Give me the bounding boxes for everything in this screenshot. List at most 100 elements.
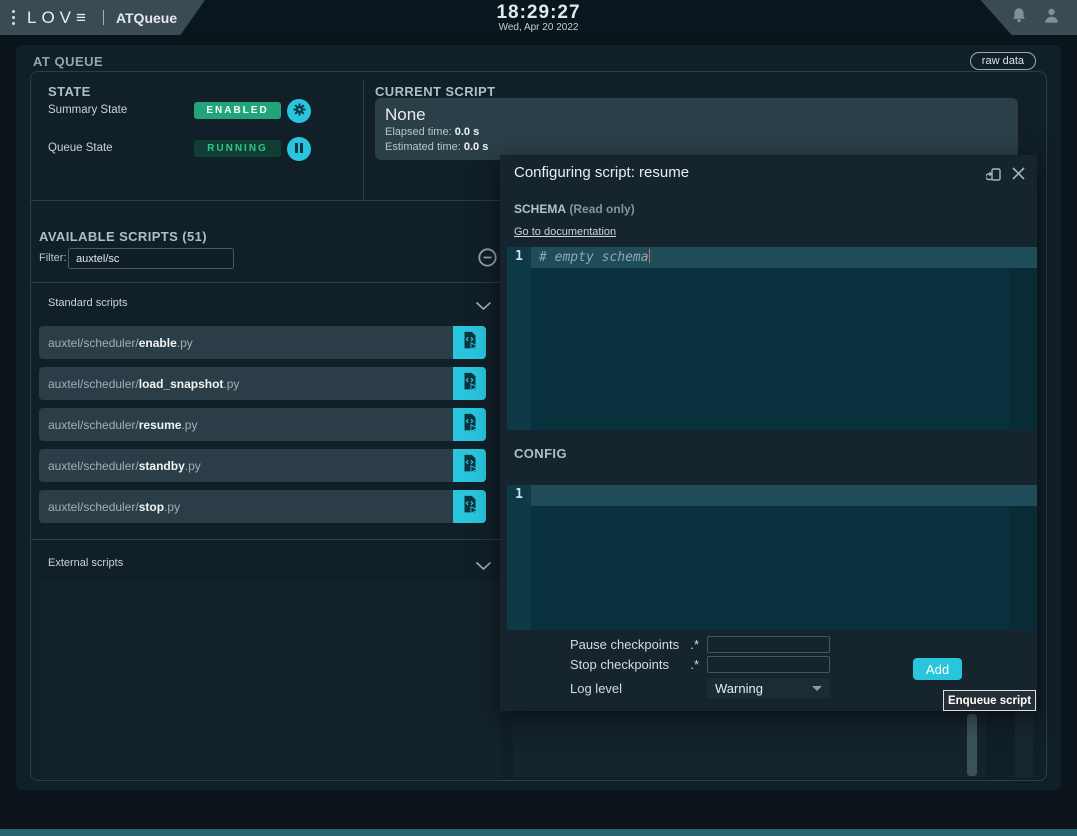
script-path: auxtel/scheduler/ (48, 500, 139, 514)
group-divider (31, 539, 501, 540)
queue-state-badge: RUNNING (194, 140, 281, 157)
clock-time: 18:29:27 (496, 3, 580, 22)
script-launch-icon (459, 494, 481, 519)
state-section-title: STATE (48, 84, 91, 99)
script-name: enable (139, 336, 177, 350)
clock: 18:29:27 Wed, Apr 20 2022 (496, 3, 580, 33)
script-extension: .py (181, 418, 197, 432)
stop-checkpoints-label: Stop checkpoints.* (570, 657, 707, 672)
script-list-item[interactable]: auxtel/scheduler/enable.py (39, 326, 486, 359)
external-scripts-header[interactable]: External scripts (31, 557, 501, 577)
state-divider (363, 80, 364, 200)
script-name: stop (139, 500, 164, 514)
config-section-title: CONFIG (514, 446, 567, 461)
script-launch-icon (459, 330, 481, 355)
editor-gutter (507, 485, 531, 630)
log-level-select[interactable]: Warning (707, 678, 830, 698)
available-scripts-title: AVAILABLE SCRIPTS (51) (39, 229, 207, 244)
gear-icon (292, 102, 307, 120)
script-path: auxtel/scheduler/ (48, 459, 139, 473)
summary-state-gear-button[interactable] (287, 99, 311, 123)
current-script-title: CURRENT SCRIPT (375, 84, 495, 99)
chevron-down-icon[interactable] (475, 558, 492, 576)
estimated-time-row: Estimated time: 0.0 s (385, 140, 1008, 155)
current-script-name: None (385, 105, 1008, 125)
script-extension: .py (177, 336, 193, 350)
script-name: resume (139, 418, 182, 432)
script-list-item[interactable]: auxtel/scheduler/standby.py (39, 449, 486, 482)
elapsed-time-row: Elapsed time: 0.0 s (385, 125, 1008, 140)
elapsed-time-value: 0.0 s (455, 126, 479, 138)
scrollbar-thumb[interactable] (967, 714, 977, 776)
log-level-row: Log level Warning (570, 678, 830, 698)
script-extension: .py (223, 377, 239, 391)
chevron-down-icon[interactable] (475, 298, 492, 316)
top-bar: LOV≡ ATQueue 18:29:27 Wed, Apr 20 2022 (0, 0, 1077, 35)
enqueue-script-button[interactable]: Enqueue script (943, 690, 1036, 711)
current-script-panel: None Elapsed time: 0.0 s Estimated time:… (375, 98, 1018, 160)
raw-data-button[interactable]: raw data (970, 52, 1036, 70)
script-name: standby (139, 459, 185, 473)
queue-background-panel (513, 712, 986, 778)
filter-divider (31, 282, 501, 283)
configure-script-modal: Configuring script: resume SCHEMA (Read … (500, 155, 1037, 711)
add-button[interactable]: Add (913, 658, 962, 680)
select-caret-icon (812, 686, 822, 691)
script-launch-icon (459, 371, 481, 396)
schema-editor[interactable]: 1 # empty schema (507, 247, 1037, 430)
documentation-link[interactable]: Go to documentation (514, 226, 616, 238)
script-name: load_snapshot (139, 377, 224, 391)
editor-gutter (507, 247, 531, 430)
queue-pause-button[interactable] (287, 137, 311, 161)
close-modal-button[interactable] (1011, 166, 1026, 184)
user-icon[interactable] (1042, 6, 1061, 30)
collapse-minus-icon[interactable] (477, 247, 498, 273)
script-list-item[interactable]: auxtel/scheduler/load_snapshot.py (39, 367, 486, 400)
pause-checkpoints-input[interactable] (707, 636, 830, 653)
script-extension: .py (185, 459, 201, 473)
log-level-value: Warning (715, 681, 763, 696)
stop-checkpoints-input[interactable] (707, 656, 830, 673)
page-title: AT QUEUE (33, 54, 103, 69)
script-extension: .py (164, 500, 180, 514)
summary-state-label: Summary State (48, 104, 127, 116)
launch-script-button[interactable] (453, 449, 486, 482)
modal-title: Configuring script: resume (514, 164, 689, 181)
editor-cursor (649, 249, 651, 263)
script-list-item[interactable]: auxtel/scheduler/resume.py (39, 408, 486, 441)
launch-script-button[interactable] (453, 408, 486, 441)
editor-active-line (531, 485, 1037, 506)
app-title: ATQueue (116, 10, 177, 26)
log-level-label: Log level (570, 681, 707, 696)
script-launch-icon (459, 453, 481, 478)
script-path: auxtel/scheduler/ (48, 377, 139, 391)
clock-date: Wed, Apr 20 2022 (496, 22, 580, 33)
filter-label: Filter: (39, 252, 67, 264)
notifications-bell-icon[interactable] (1010, 6, 1028, 29)
schema-section-title: SCHEMA (Read only) (514, 202, 635, 216)
section-divider (31, 200, 501, 201)
logo-separator (103, 10, 104, 25)
script-list-item[interactable]: auxtel/scheduler/stop.py (39, 490, 486, 523)
summary-state-badge: ENABLED (194, 102, 281, 119)
editor-scroll-margin (1009, 268, 1037, 430)
config-editor[interactable]: 1 (507, 485, 1037, 630)
editor-scroll-margin (1009, 506, 1037, 630)
launch-script-button[interactable] (453, 367, 486, 400)
top-bar-brand: LOV≡ ATQueue (0, 0, 205, 35)
standard-scripts-header[interactable]: Standard scripts (31, 297, 501, 317)
menu-kebab-icon[interactable] (12, 10, 15, 25)
detach-window-button[interactable] (986, 166, 1003, 186)
filter-input[interactable] (68, 248, 234, 269)
detach-icon (986, 171, 1003, 186)
schema-code-line: # empty schema (539, 249, 650, 265)
pause-checkpoints-row: Pause checkpoints.* (570, 636, 830, 653)
stop-checkpoints-row: Stop checkpoints.* (570, 656, 830, 673)
script-launch-icon (459, 412, 481, 437)
love-logo: LOV≡ (27, 8, 91, 28)
launch-script-button[interactable] (453, 326, 486, 359)
script-path: auxtel/scheduler/ (48, 418, 139, 432)
launch-script-button[interactable] (453, 490, 486, 523)
footer-bar (0, 829, 1077, 836)
queue-state-label: Queue State (48, 142, 113, 154)
